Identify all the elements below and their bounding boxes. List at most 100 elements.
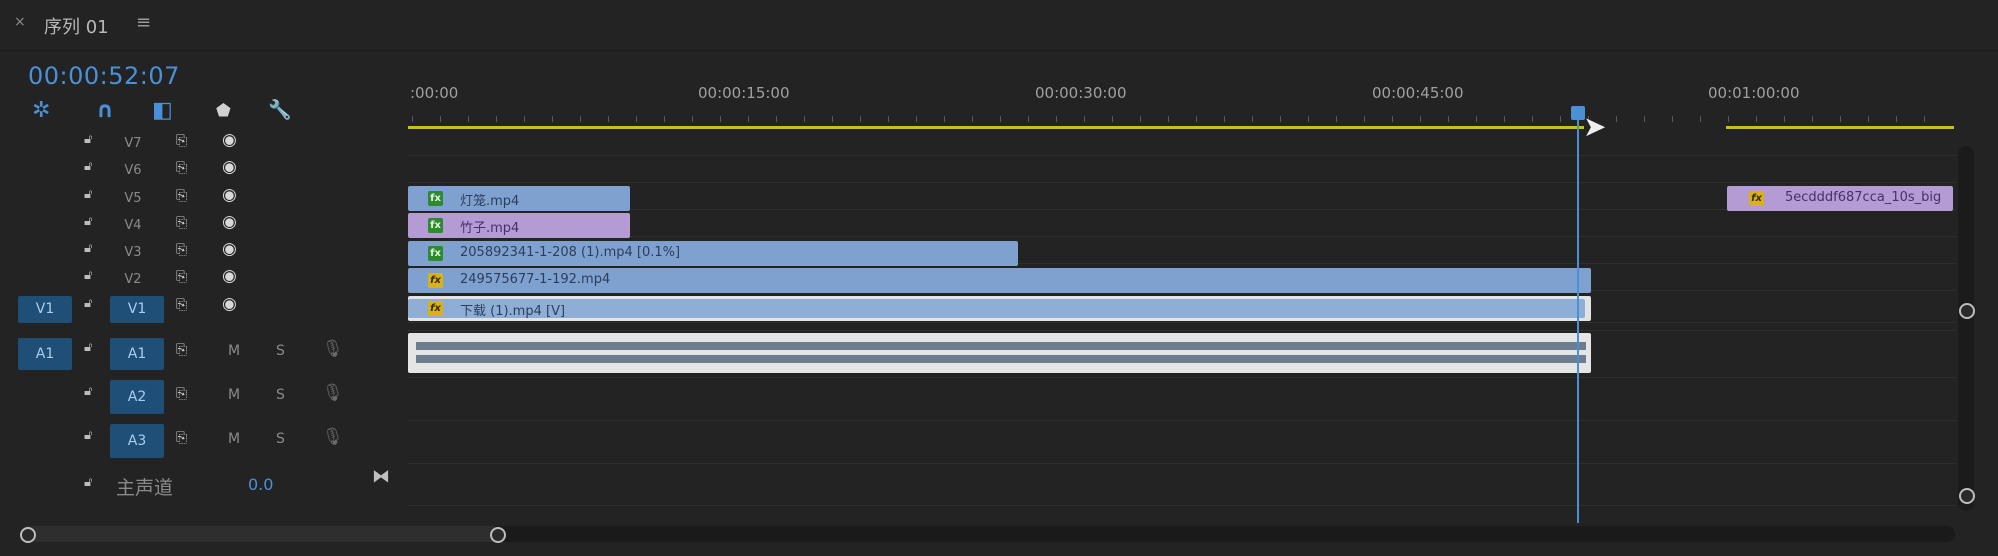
sync-lock-icon[interactable]: ⎘ (176, 297, 187, 313)
clip-v4[interactable]: fx 竹子.mp4 (408, 213, 630, 238)
ruler-label: 00:00:30:00 (1035, 84, 1127, 102)
close-panel-icon[interactable]: × (14, 14, 26, 30)
eye-icon[interactable]: ◉ (222, 212, 237, 232)
clip-v1[interactable]: fx 下载 (1).mp4 [V] (408, 296, 1591, 321)
lock-icon[interactable]: 🔓︎ (84, 241, 92, 256)
sync-lock-icon[interactable]: ⎘ (176, 269, 187, 285)
ruler-tick (1252, 116, 1253, 122)
playhead-line[interactable] (1577, 118, 1579, 523)
lock-icon[interactable]: 🔓︎ (84, 340, 92, 355)
track-name-a1[interactable]: A1 (110, 338, 164, 370)
microphone-icon[interactable]: 🎙︎ (322, 383, 344, 403)
ruler-tick (888, 116, 889, 122)
lock-icon[interactable]: 🔓︎ (84, 268, 92, 283)
eye-icon[interactable]: ◉ (222, 185, 237, 205)
ruler-tick (1756, 116, 1757, 122)
ruler-tick (1392, 116, 1393, 122)
ruler-tick (916, 116, 917, 122)
scroll-knob-right[interactable] (490, 527, 506, 543)
ruler-tick (832, 116, 833, 122)
bowtie-icon[interactable]: ⧓ (372, 466, 390, 487)
scroll-knob[interactable] (1959, 303, 1975, 319)
sync-lock-icon[interactable]: ⎘ (176, 342, 187, 358)
clip-v5-1[interactable]: fx 灯笼.mp4 (408, 186, 630, 211)
ruler-tick (1560, 116, 1561, 122)
sync-lock-icon[interactable]: ⎘ (176, 215, 187, 231)
panel-menu-icon[interactable]: ≡ (136, 12, 151, 33)
track-name-a3[interactable]: A3 (110, 424, 164, 458)
ruler-tick (720, 116, 721, 122)
track-separator (408, 463, 1956, 464)
wrench-icon[interactable]: 🔧 (268, 98, 292, 121)
nest-icon[interactable]: ✲ (32, 98, 50, 123)
ruler-tick (1896, 116, 1897, 122)
linked-selection-icon[interactable]: ◧ (152, 98, 173, 123)
sync-lock-icon[interactable]: ⎘ (176, 133, 187, 149)
eye-icon[interactable]: ◉ (222, 266, 237, 286)
track-name-a2[interactable]: A2 (110, 380, 164, 414)
clip-v2[interactable]: fx 249575677-1-192.mp4 (408, 268, 1591, 293)
microphone-icon[interactable]: 🎙︎ (322, 339, 344, 359)
mute-button[interactable]: M (228, 387, 240, 403)
add-marker-icon[interactable]: ⬟ (216, 101, 231, 121)
clip-v5-2[interactable]: fx 5ecdddf687cca_10s_big (1727, 186, 1953, 211)
lock-icon[interactable]: 🔓︎ (84, 384, 92, 399)
eye-icon[interactable]: ◉ (222, 239, 237, 259)
audio-clip-a1[interactable] (408, 333, 1591, 373)
track-separator (408, 377, 1956, 378)
work-area-bar[interactable] (1726, 126, 1954, 129)
sequence-tab-title[interactable]: 序列 01 (44, 13, 109, 39)
master-volume-value[interactable]: 0.0 (248, 475, 273, 494)
track-name-v2: V2 (124, 272, 142, 287)
lock-icon[interactable]: 🔓︎ (84, 187, 92, 202)
lock-icon[interactable]: 🔓︎ (84, 428, 92, 443)
ruler-tick (1028, 116, 1029, 122)
solo-button[interactable]: S (276, 387, 285, 403)
ruler-tick (1476, 116, 1477, 122)
sync-lock-icon[interactable]: ⎘ (176, 242, 187, 258)
ruler-tick (1448, 116, 1449, 122)
microphone-icon[interactable]: 🎙︎ (322, 427, 344, 447)
solo-button[interactable]: S (276, 343, 285, 359)
mute-button[interactable]: M (228, 431, 240, 447)
ruler-tick (1308, 116, 1309, 122)
snap-icon[interactable]: ∩ (96, 98, 114, 123)
ruler-tick (1224, 116, 1225, 122)
sync-lock-icon[interactable]: ⎘ (176, 188, 187, 204)
master-track-label: 主声道 (116, 477, 174, 499)
ruler-tick (692, 116, 693, 122)
fx-badge: fx (428, 301, 443, 316)
clip-v3[interactable]: fx 205892341-1-208 (1).mp4 [0.1%] (408, 241, 1018, 266)
lock-icon[interactable]: 🔓︎ (84, 132, 92, 147)
source-patch-v1[interactable]: V1 (18, 296, 72, 323)
lock-icon[interactable]: 🔓︎ (84, 214, 92, 229)
mute-button[interactable]: M (228, 343, 240, 359)
clip-label: 下载 (1).mp4 [V] (460, 304, 566, 319)
sync-lock-icon[interactable]: ⎘ (176, 386, 187, 402)
ruler-tick (440, 116, 441, 122)
waveform-upper (416, 342, 1586, 350)
vertical-scrollbar[interactable] (1958, 146, 1974, 511)
track-name-v5: V5 (124, 191, 142, 206)
lock-icon[interactable]: 🔓︎ (84, 296, 92, 311)
track-name-v1[interactable]: V1 (110, 296, 164, 323)
eye-icon[interactable]: ◉ (222, 157, 237, 177)
solo-button[interactable]: S (276, 431, 285, 447)
horizontal-scroll-thumb[interactable] (20, 526, 500, 542)
playhead-timecode[interactable]: 00:00:52:07 (28, 62, 180, 90)
lock-icon[interactable]: 🔓︎ (84, 159, 92, 174)
eye-icon[interactable]: ◉ (222, 130, 237, 150)
eye-icon[interactable]: ◉ (222, 294, 237, 314)
sync-lock-icon[interactable]: ⎘ (176, 430, 187, 446)
ruler-tick (1532, 116, 1533, 122)
fx-badge: fx (428, 191, 443, 206)
scroll-knob[interactable] (1959, 488, 1975, 504)
ruler-label: 00:00:45:00 (1372, 84, 1464, 102)
scroll-knob-left[interactable] (20, 527, 36, 543)
source-patch-a1[interactable]: A1 (18, 338, 72, 370)
work-area-bar[interactable] (408, 126, 1584, 129)
ruler-tick (1868, 116, 1869, 122)
sync-lock-icon[interactable]: ⎘ (176, 160, 187, 176)
lock-icon[interactable]: 🔓︎ (84, 475, 92, 490)
track-name-v6: V6 (124, 163, 142, 178)
